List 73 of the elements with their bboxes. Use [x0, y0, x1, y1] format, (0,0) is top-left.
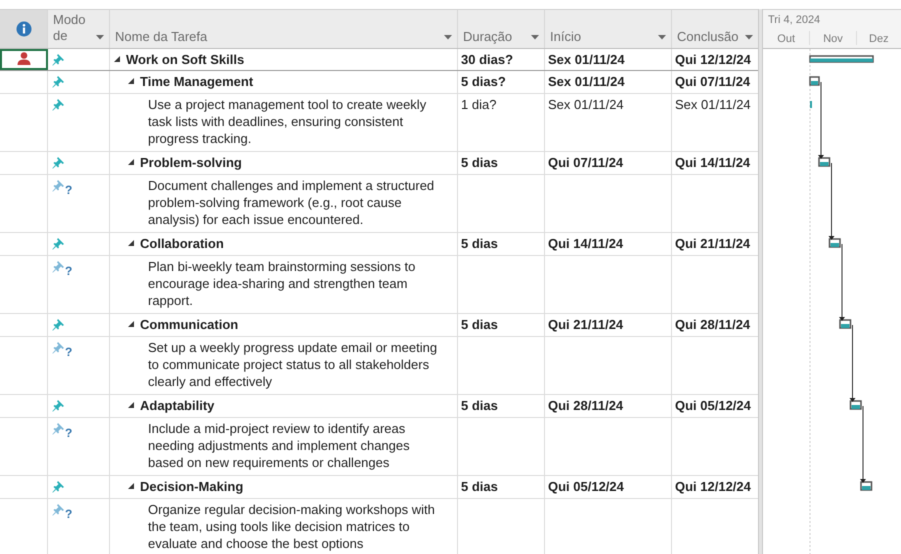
mode-mark: ?: [65, 425, 72, 442]
task-name: Problem-solving: [140, 154, 243, 171]
column-header[interactable]: Início: [550, 29, 582, 44]
mode-mark: ?: [65, 344, 72, 361]
task-bar[interactable]: [850, 400, 862, 410]
task-name: Time Management: [140, 73, 254, 90]
finish-date: Qui 07/11/24: [675, 73, 750, 90]
task-bar[interactable]: [839, 319, 852, 329]
mode-mark: ?: [65, 263, 72, 280]
mode-mark: ?: [65, 182, 72, 199]
task-name: Set up a weekly progress update email or meeting to communicate project status to all stakeholders clearly and effectively: [148, 339, 438, 390]
caret-icon[interactable]: [531, 35, 539, 40]
task-name: Work on Soft Skills: [126, 51, 246, 68]
timescale-month: Nov: [810, 31, 857, 45]
finish-date: Qui 05/12/24: [675, 397, 751, 414]
duration-value: 5 dias: [461, 478, 498, 495]
finish-date: Sex 01/11/24: [675, 96, 751, 113]
start-date: Qui 05/12/24: [548, 478, 624, 495]
task-name: Use a project management tool to create weekly task lists with deadlines, ensuring consistent progress tracking.: [148, 96, 428, 147]
start-date: Qui 14/11/24: [548, 235, 624, 252]
collapse-icon[interactable]: [128, 78, 134, 84]
collapse-icon[interactable]: [128, 402, 134, 408]
duration-value: 5 dias: [461, 397, 498, 414]
column-header[interactable]: Modo de: [53, 12, 93, 44]
start-date: Qui 21/11/24: [548, 316, 624, 333]
task-name: Plan bi-weekly team brainstorming sessions to encourage idea-sharing and strengthen team rapport.: [148, 258, 416, 309]
task-name: Decision-Making: [140, 478, 244, 495]
duration-value: 1 dia?: [461, 96, 496, 113]
task-bar[interactable]: [860, 481, 872, 491]
timescale-period: Tri 4, 2024: [767, 13, 822, 28]
task-name: Collaboration: [140, 235, 225, 252]
task-bar[interactable]: [818, 157, 830, 167]
timescale-month: Out: [763, 31, 810, 45]
caret-icon[interactable]: [658, 35, 666, 40]
info-icon: [16, 21, 32, 37]
start-date: Sex 01/11/24: [548, 96, 624, 113]
finish-date: Qui 21/11/24: [675, 235, 750, 252]
column-header[interactable]: Conclusão: [677, 29, 738, 44]
timescale-month: Dez: [868, 32, 890, 45]
duration-value: 5 dias: [461, 235, 498, 252]
task-name: Document challenges and implement a structured problem-solving framework (e.g., root cause analysis) for each issue encountered.: [148, 177, 436, 228]
finish-date: Qui 14/11/24: [675, 154, 750, 171]
task-name: Include a mid-project review to identify areas needing adjustments and implement changes based on new requirements or challenges: [148, 420, 411, 471]
task-name: Communication: [140, 316, 240, 333]
column-header[interactable]: Nome da Tarefa: [115, 29, 208, 44]
finish-date: Qui 28/11/24: [675, 316, 750, 333]
task-bar[interactable]: [809, 76, 820, 86]
duration-value: 5 dias: [461, 154, 498, 171]
collapse-icon[interactable]: [128, 483, 134, 489]
start-date: Qui 07/11/24: [548, 154, 624, 171]
duration-value: 30 dias?: [461, 51, 514, 68]
collapse-icon[interactable]: [128, 321, 134, 327]
task-bar[interactable]: [828, 238, 841, 248]
start-date: Qui 28/11/24: [548, 397, 624, 414]
duration-value: 5 dias?: [461, 73, 506, 90]
caret-icon[interactable]: [444, 35, 452, 40]
person-icon: [17, 52, 31, 65]
start-date: Sex 01/11/24: [548, 73, 625, 90]
mode-mark: ?: [65, 506, 72, 523]
finish-date: Qui 12/12/24: [675, 51, 751, 68]
task-name: Adaptability: [140, 397, 216, 414]
collapse-icon[interactable]: [128, 159, 134, 165]
finish-date: Qui 12/12/24: [675, 478, 751, 495]
caret-icon[interactable]: [745, 35, 753, 40]
caret-icon[interactable]: [96, 35, 104, 40]
summary-bar[interactable]: [809, 55, 874, 63]
duration-value: 5 dias: [461, 316, 498, 333]
collapse-icon[interactable]: [114, 56, 120, 62]
start-date: Sex 01/11/24: [548, 51, 625, 68]
column-header[interactable]: Duração: [463, 29, 512, 44]
task-name: Organize regular decision-making workshops with the team, using tools like decision matrices to evaluate and choose the best options: [148, 501, 436, 552]
collapse-icon[interactable]: [128, 240, 134, 246]
indicator-cell[interactable]: [0, 49, 48, 70]
